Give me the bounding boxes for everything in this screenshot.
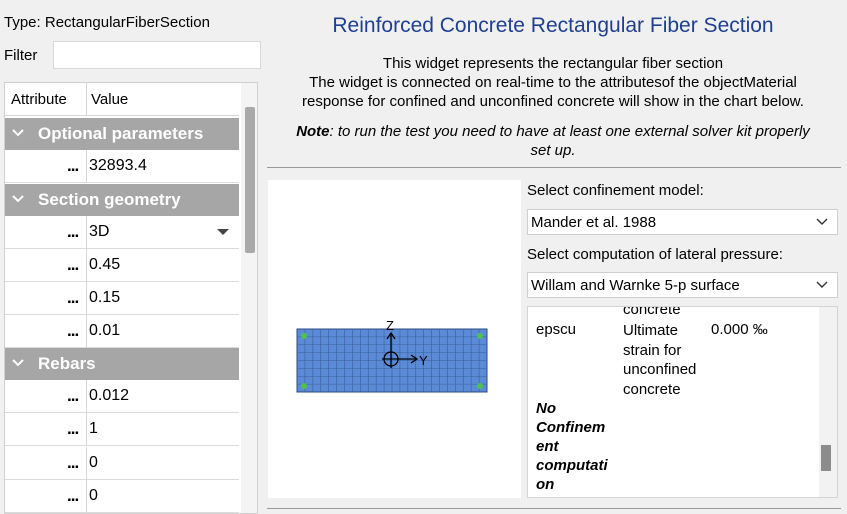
edit-dots[interactable]: ...: [67, 321, 79, 341]
nc-line: ent: [536, 438, 559, 455]
param-desc-line: concrete: [623, 380, 681, 398]
attribute-value[interactable]: 0.01: [89, 322, 120, 340]
chevron-down-icon: [12, 359, 24, 367]
type-value: RectangularFiberSection: [44, 14, 210, 31]
edit-dots[interactable]: ...: [67, 288, 79, 308]
fiber-section-window: Type: RectangularFiberSection Filter Att…: [0, 0, 847, 514]
info-scrollbar-thumb[interactable]: [821, 445, 831, 471]
group-label: Section geometry: [38, 190, 181, 209]
chevron-down-icon: [12, 195, 24, 203]
group-label: Optional parameters: [38, 124, 204, 143]
description-line: The widget is connected on real-time to …: [309, 74, 797, 91]
attribute-row[interactable]: ... 32893.4: [5, 150, 239, 183]
attribute-value[interactable]: 0.012: [89, 387, 129, 405]
select-value: Willam and Warnke 5-p surface: [531, 277, 740, 294]
info-text: concrete: [623, 306, 681, 318]
type-label: Type:: [4, 14, 41, 31]
filter-label: Filter: [4, 47, 38, 64]
widget-description: This widget represents the rectangular f…: [263, 54, 843, 111]
attribute-value[interactable]: 0.45: [89, 256, 120, 274]
attribute-row[interactable]: ... 0.01: [5, 315, 239, 348]
section-drawing: Z Y: [296, 318, 488, 393]
param-desc-line: unconfined: [623, 361, 697, 378]
attribute-value[interactable]: 32893.4: [89, 157, 147, 175]
rebar-point: [477, 333, 483, 339]
attribute-column-header[interactable]: Attribute: [11, 91, 67, 108]
attribute-row[interactable]: ... 0.15: [5, 282, 239, 315]
filter-input[interactable]: [53, 41, 261, 69]
divider: [267, 508, 841, 509]
y-axis-label: Y: [419, 353, 428, 368]
edit-dots[interactable]: ...: [67, 255, 79, 275]
edit-dots[interactable]: ...: [67, 419, 79, 439]
confinement-label: Select confinement model:: [527, 182, 704, 199]
param-desc-line: strain for: [623, 341, 682, 359]
confinement-model-select[interactable]: Mander et al. 1988: [527, 209, 838, 235]
group-optional-parameters[interactable]: Optional parameters: [5, 118, 239, 150]
attribute-row[interactable]: ... 0.45: [5, 249, 239, 282]
attribute-value[interactable]: 0: [89, 454, 98, 472]
attribute-row[interactable]: ... 1: [5, 413, 239, 446]
nc-line: No: [536, 400, 556, 417]
tree-header: Attribute Value: [5, 83, 239, 116]
edit-dots[interactable]: ...: [67, 156, 79, 176]
chevron-down-icon: [816, 218, 828, 225]
attribute-row[interactable]: ... 3D: [5, 216, 239, 249]
attribute-value[interactable]: 3D: [89, 223, 109, 241]
attribute-panel: Type: RectangularFiberSection Filter Att…: [0, 0, 263, 514]
chevron-down-icon: [12, 129, 24, 137]
nc-line: on: [536, 476, 555, 493]
section-preview: Z Y: [268, 180, 521, 498]
edit-dots[interactable]: ...: [67, 453, 79, 473]
description-line: This widget represents the rectangular f…: [382, 55, 724, 72]
group-section-geometry[interactable]: Section geometry: [5, 184, 239, 216]
no-confinement-note: No Confinem ent computati on: [536, 399, 608, 494]
attribute-row[interactable]: ... 0.012: [5, 380, 239, 413]
nc-line: computati: [536, 457, 608, 474]
note-label: Note: [296, 123, 330, 140]
attribute-tree: Attribute Value Optional parameters ... …: [4, 82, 258, 514]
description-line: response for confined and unconfined con…: [302, 93, 804, 110]
tree-scrollbar-thumb[interactable]: [245, 107, 255, 253]
note-text: set up.: [530, 142, 576, 159]
attribute-row[interactable]: ... 0: [5, 447, 239, 480]
dropdown-arrow-icon[interactable]: [217, 229, 229, 235]
lateral-pressure-label: Select computation of lateral pressure:: [527, 246, 783, 263]
edit-dots[interactable]: ...: [67, 486, 79, 506]
material-info-panel: concrete epscu Ultimate strain for uncon…: [527, 306, 838, 498]
type-row: Type: RectangularFiberSection: [4, 14, 210, 31]
solver-note: Note: to run the test you need to have a…: [263, 122, 843, 160]
param-value: 0.000 ‰: [711, 321, 768, 338]
edit-dots[interactable]: ...: [67, 386, 79, 406]
fiber-grid: [296, 328, 488, 393]
divider: [267, 167, 841, 168]
attribute-value[interactable]: 0.15: [89, 289, 120, 307]
attribute-value[interactable]: 0: [89, 487, 98, 505]
rebar-point: [477, 383, 483, 389]
note-text: : to run the test you need to have at le…: [329, 123, 810, 140]
group-label: Rebars: [38, 354, 96, 373]
param-name: epscu: [536, 321, 577, 338]
rebar-point: [301, 333, 307, 339]
rebar-point: [301, 383, 307, 389]
param-desc-line: Ultimate: [623, 322, 679, 339]
nc-line: Confinem: [536, 419, 606, 436]
edit-dots[interactable]: ...: [67, 222, 79, 242]
value-column-header[interactable]: Value: [91, 91, 128, 108]
chevron-down-icon: [816, 281, 828, 288]
select-value: Mander et al. 1988: [531, 214, 657, 231]
widget-title: Reinforced Concrete Rectangular Fiber Se…: [332, 14, 774, 37]
attribute-row[interactable]: ... 0: [5, 480, 239, 513]
z-axis-label: Z: [386, 318, 394, 333]
lateral-pressure-select[interactable]: Willam and Warnke 5-p surface: [527, 272, 838, 298]
param-description: Ultimate strain for unconfined concrete: [623, 321, 696, 399]
section-widget: Reinforced Concrete Rectangular Fiber Se…: [263, 0, 847, 514]
attribute-value[interactable]: 1: [89, 420, 98, 438]
group-rebars[interactable]: Rebars: [5, 348, 239, 380]
